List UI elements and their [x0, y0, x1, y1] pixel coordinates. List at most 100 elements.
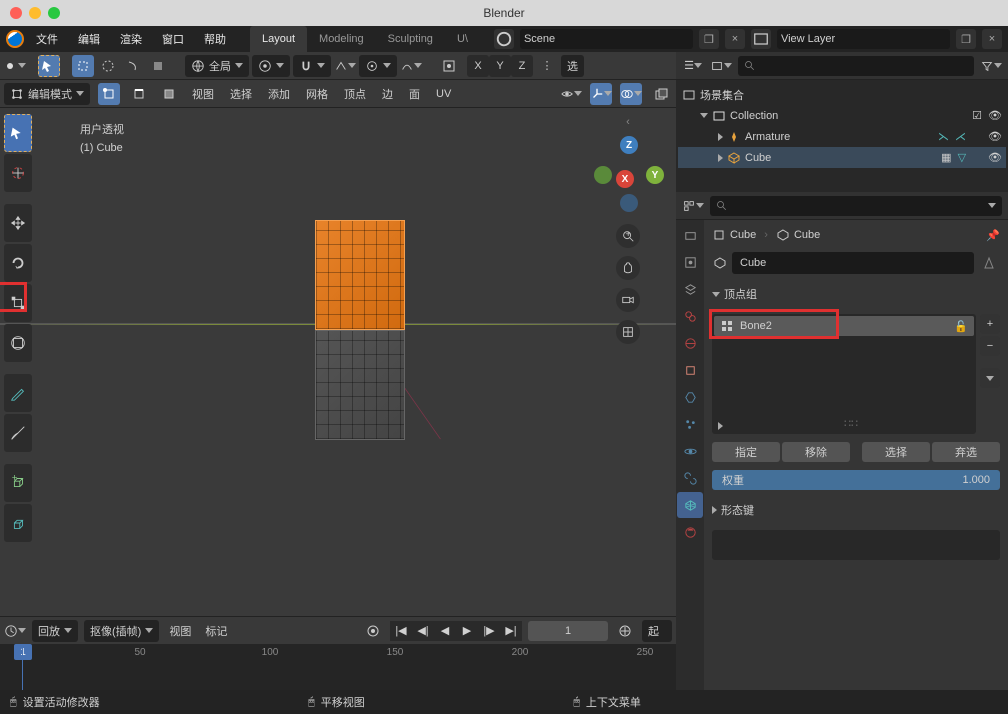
add-cube-tool[interactable]: +: [4, 464, 32, 502]
collection-row[interactable]: Collection ☑ 👁: [678, 105, 1006, 126]
close-button[interactable]: [10, 7, 22, 19]
tab-particles[interactable]: [677, 411, 703, 437]
viewlayer-input[interactable]: [781, 33, 946, 45]
options-dropdown[interactable]: 选: [561, 55, 584, 77]
xray-toggle-icon[interactable]: [650, 83, 672, 105]
playhead-badge[interactable]: 1: [14, 644, 32, 660]
mesh-name-field[interactable]: Cube: [732, 252, 974, 274]
assign-button[interactable]: 指定: [712, 442, 780, 462]
perspective-widget-icon[interactable]: [616, 320, 640, 344]
menu-render[interactable]: 渲染: [112, 28, 150, 50]
timeline-track[interactable]: 1 50 100 150 200 250: [0, 644, 676, 690]
edge-menu[interactable]: 边: [378, 86, 397, 102]
viewlayer-browse-icon[interactable]: [751, 29, 771, 49]
expand-icon[interactable]: [718, 422, 723, 430]
play-reverse-icon[interactable]: ◀: [434, 621, 456, 641]
hide-toggle-icon[interactable]: 👁: [988, 109, 1002, 122]
tab-render[interactable]: [677, 222, 703, 248]
pose-icon-2[interactable]: ⋌: [955, 130, 966, 143]
search-input[interactable]: [756, 60, 968, 72]
auto-merge-icon[interactable]: ⋮: [536, 55, 558, 77]
select-mode-2-icon[interactable]: [97, 55, 119, 77]
bc-data[interactable]: Cube: [776, 228, 820, 242]
vertex-select-mode-icon[interactable]: [98, 83, 120, 105]
select-button[interactable]: 选择: [862, 442, 930, 462]
vertex-groups-panel-header[interactable]: 顶点组: [712, 282, 1000, 306]
filter-icon[interactable]: [980, 55, 1002, 77]
view-menu[interactable]: 视图: [188, 86, 218, 102]
editor-type-icon[interactable]: [4, 55, 26, 77]
menu-window[interactable]: 窗口: [154, 28, 192, 50]
pose-icon[interactable]: ⋋: [938, 130, 949, 143]
mesh-menu[interactable]: 网格: [302, 86, 332, 102]
hide-toggle-icon[interactable]: 👁: [988, 151, 1002, 164]
mode-dropdown[interactable]: 编辑模式: [4, 83, 90, 105]
exclude-checkbox[interactable]: ☑: [972, 109, 982, 122]
tab-physics[interactable]: [677, 438, 703, 464]
overlays-toggle-icon[interactable]: [620, 83, 642, 105]
jump-start-icon[interactable]: |◀: [390, 621, 412, 641]
remove-vg-button[interactable]: −: [980, 336, 1000, 356]
jump-prev-keyframe-icon[interactable]: ◀|: [412, 621, 434, 641]
tab-scene[interactable]: [677, 303, 703, 329]
playhead[interactable]: [22, 644, 23, 690]
uv-menu[interactable]: UV: [432, 88, 455, 100]
cursor-tool[interactable]: [4, 154, 32, 192]
cube-row[interactable]: Cube ▦ ▽ 👁: [678, 147, 1006, 168]
zoom-button[interactable]: [48, 7, 60, 19]
tab-world[interactable]: [677, 330, 703, 356]
extrude-tool[interactable]: [4, 504, 32, 542]
pivot-dropdown[interactable]: [252, 55, 290, 77]
tab-constraints[interactable]: [677, 465, 703, 491]
add-menu[interactable]: 添加: [264, 86, 294, 102]
shape-keys-panel-header[interactable]: 形态键: [712, 498, 1000, 522]
vertex-menu[interactable]: 顶点: [340, 86, 370, 102]
snap-increment-icon[interactable]: [334, 55, 356, 77]
menu-edit[interactable]: 编辑: [70, 28, 108, 50]
viewlayer-name-field[interactable]: [777, 29, 950, 49]
props-search-input[interactable]: [728, 200, 988, 212]
outliner-editor-icon[interactable]: ☰: [682, 55, 704, 77]
deselect-button[interactable]: 弃选: [932, 442, 1000, 462]
frame-navigation-icon[interactable]: [614, 620, 636, 642]
viewlayer-new-icon[interactable]: ❐: [956, 29, 976, 49]
current-frame-field[interactable]: 1: [528, 621, 608, 641]
fake-user-icon[interactable]: [978, 252, 1000, 274]
menu-file[interactable]: 文件: [28, 28, 66, 50]
annotate-tool[interactable]: [4, 374, 32, 412]
tab-output[interactable]: [677, 249, 703, 275]
outliner-search[interactable]: [738, 56, 974, 76]
visibility-icon[interactable]: [560, 83, 582, 105]
select-mode-3-icon[interactable]: [122, 55, 144, 77]
start-frame-field[interactable]: 起: [642, 620, 672, 642]
tab-modeling[interactable]: Modeling: [307, 26, 376, 52]
minimize-button[interactable]: [29, 7, 41, 19]
x-mirror-toggle[interactable]: X: [467, 55, 489, 77]
vertex-groups-icon[interactable]: ▦: [941, 151, 951, 164]
y-mirror-toggle[interactable]: Y: [489, 55, 511, 77]
display-mode-icon[interactable]: [710, 55, 732, 77]
tl-view-menu[interactable]: 视图: [165, 623, 195, 639]
z-mirror-toggle[interactable]: Z: [511, 55, 533, 77]
rotate-tool[interactable]: [4, 244, 32, 282]
scene-delete-icon[interactable]: ×: [725, 29, 745, 49]
add-vg-button[interactable]: +: [980, 314, 1000, 334]
bc-object[interactable]: Cube: [712, 228, 756, 242]
mesh-cube[interactable]: [315, 220, 405, 440]
jump-end-icon[interactable]: ▶|: [500, 621, 522, 641]
select-box-tool-icon[interactable]: [38, 55, 60, 77]
disclosure-icon[interactable]: [718, 133, 723, 141]
falloff-icon[interactable]: [400, 55, 422, 77]
jump-next-keyframe-icon[interactable]: |▶: [478, 621, 500, 641]
properties-search[interactable]: [710, 196, 1002, 216]
disclosure-icon[interactable]: [718, 154, 723, 162]
transform-tool[interactable]: [4, 324, 32, 362]
select-mode-1-icon[interactable]: [72, 55, 94, 77]
z-axis-handle[interactable]: Z: [620, 136, 638, 154]
tab-mesh-data[interactable]: [677, 492, 703, 518]
face-menu[interactable]: 面: [405, 86, 424, 102]
nav-gizmo[interactable]: Z X Y: [588, 136, 668, 216]
snap-dropdown[interactable]: [293, 55, 331, 77]
move-tool[interactable]: [4, 204, 32, 242]
select-box-tool[interactable]: [4, 114, 32, 152]
